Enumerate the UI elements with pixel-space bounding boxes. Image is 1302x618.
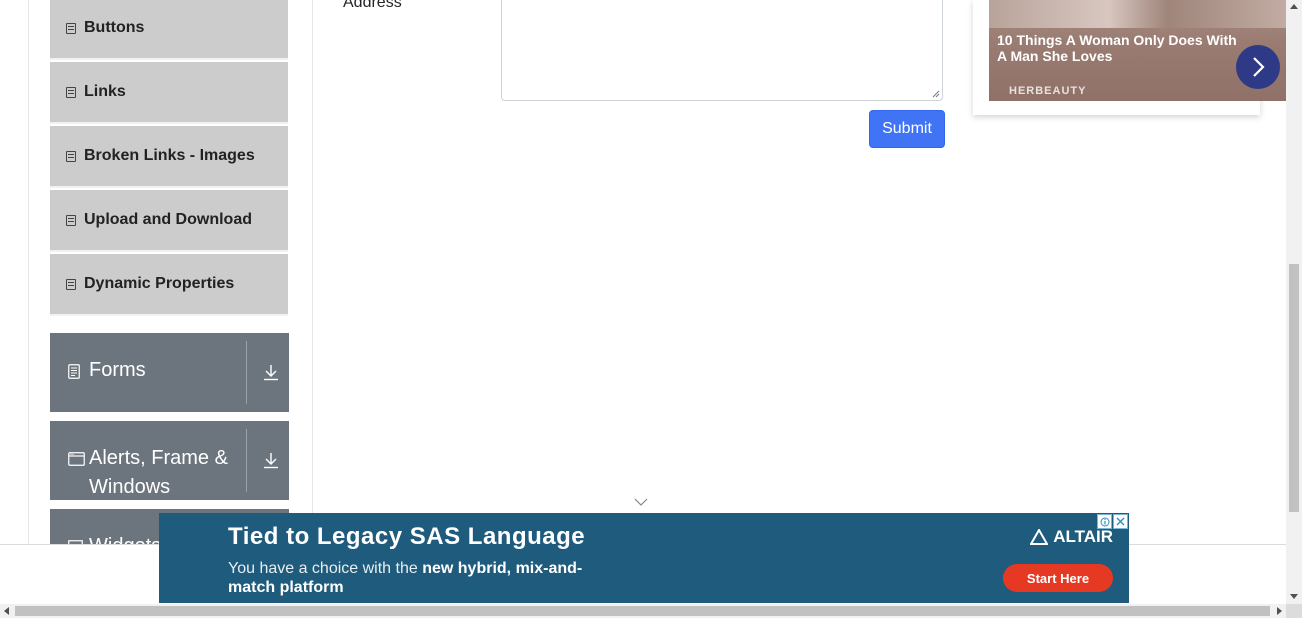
content-left-border <box>28 0 29 545</box>
ad-next-button[interactable] <box>1236 45 1280 89</box>
sidebar-item-dynamic-properties[interactable]: Dynamic Properties <box>50 254 288 316</box>
banner-title: Tied to Legacy SAS Language <box>228 523 586 550</box>
scroll-left-arrow-icon[interactable] <box>4 607 9 615</box>
download-icon[interactable] <box>263 451 279 469</box>
download-icon[interactable] <box>263 363 279 381</box>
resize-grip-icon[interactable] <box>932 90 940 98</box>
html-icon <box>66 86 76 98</box>
ad-photo <box>989 0 1287 28</box>
group-label-line2: Windows <box>89 476 171 498</box>
sidebar-item-buttons[interactable]: Buttons <box>50 0 288 60</box>
sidebar-right-border <box>312 0 313 545</box>
sidebar-group-alerts-frame-windows[interactable]: Alerts, Frame & Windows <box>50 421 289 500</box>
address-label: Address <box>343 0 402 11</box>
ad-source: HERBEAUTY <box>1009 85 1087 97</box>
sidebar-item-label: Upload and Download <box>84 211 252 228</box>
html-icon <box>66 22 76 34</box>
sidebar-item-links[interactable]: Links <box>50 62 288 124</box>
brand-logo: ALTAIR <box>1030 527 1113 547</box>
close-icon <box>1116 517 1125 526</box>
sidebar-item-label: Links <box>84 83 126 100</box>
sidebar-item-label: Dynamic Properties <box>84 275 235 292</box>
info-icon <box>1100 517 1109 526</box>
adchoices-icon[interactable] <box>1097 514 1112 529</box>
window-icon <box>68 452 85 466</box>
chevron-right-icon <box>1253 57 1265 77</box>
ad-headline[interactable]: 10 Things A Woman Only Does With A Man S… <box>997 32 1247 64</box>
chevron-down-icon[interactable] <box>634 497 648 507</box>
html-icon <box>66 150 76 162</box>
sidebar-item-upload-download[interactable]: Upload and Download <box>50 190 288 252</box>
group-divider <box>246 341 247 404</box>
vertical-scrollbar-thumb[interactable] <box>1289 264 1299 512</box>
horizontal-scrollbar-thumb[interactable] <box>15 606 1270 616</box>
brand-name: ALTAIR <box>1053 527 1113 546</box>
scroll-down-arrow-icon[interactable] <box>1290 594 1298 599</box>
submit-button[interactable]: Submit <box>869 110 945 148</box>
sidebar-item-broken-links[interactable]: Broken Links - Images <box>50 126 288 188</box>
altair-logo-icon <box>1030 529 1049 545</box>
sidebar-group-forms[interactable]: Forms <box>50 333 289 412</box>
sidebar-item-label: Buttons <box>84 19 145 36</box>
group-label: Forms <box>89 359 146 381</box>
html-icon <box>66 214 76 226</box>
sidebar-item-label: Broken Links - Images <box>84 147 255 164</box>
start-here-button[interactable]: Start Here <box>1003 564 1113 592</box>
form-icon <box>68 364 80 379</box>
banner-subtitle-text: You have a choice with the <box>228 560 423 577</box>
scroll-right-arrow-icon[interactable] <box>1277 607 1282 615</box>
group-divider <box>246 429 247 492</box>
ad-close-button[interactable] <box>1113 514 1128 529</box>
banner-subtitle: You have a choice with the new hybrid, m… <box>228 559 588 597</box>
scroll-up-arrow-icon[interactable] <box>1290 4 1298 9</box>
bottom-banner-ad[interactable]: Tied to Legacy SAS Language You have a c… <box>159 513 1129 603</box>
scrollbar-corner <box>1286 604 1302 618</box>
group-label: Alerts, Frame & <box>89 447 228 469</box>
address-textarea[interactable] <box>501 0 943 101</box>
html-icon <box>66 278 76 290</box>
